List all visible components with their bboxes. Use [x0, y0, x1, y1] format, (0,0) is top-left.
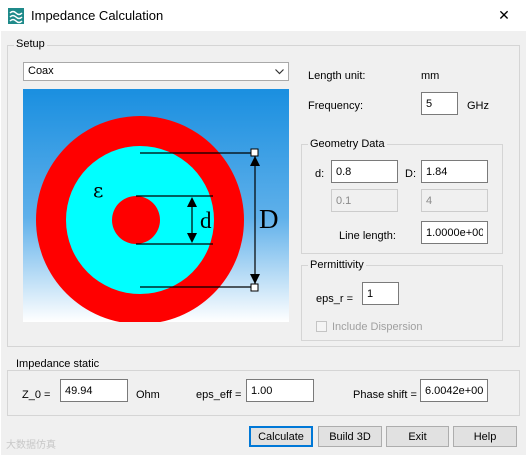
- watermark: 大数据仿真: [6, 440, 56, 451]
- length-unit-label: Length unit:: [308, 70, 366, 82]
- epsilon-label: ε: [93, 178, 103, 202]
- z0-label: Z_0 =: [22, 389, 51, 401]
- chevron-down-icon: [271, 63, 288, 80]
- permittivity-group-label: Permittivity: [308, 259, 366, 271]
- build-3d-button-label: Build 3D: [329, 430, 371, 443]
- length-unit-value: mm: [421, 70, 440, 82]
- include-dispersion-label: Include Dispersion: [332, 321, 423, 333]
- exit-button-label: Exit: [408, 430, 427, 443]
- z0-output[interactable]: [60, 379, 128, 402]
- eps-eff-output[interactable]: [246, 379, 314, 402]
- close-button[interactable]: ✕: [481, 0, 527, 31]
- geometry-group-label: Geometry Data: [308, 138, 387, 150]
- impedance-group-label: Impedance static: [14, 358, 102, 370]
- calculate-button[interactable]: Calculate: [249, 426, 313, 447]
- D-field-label: D:: [405, 168, 416, 180]
- d-label: d: [200, 208, 212, 233]
- line-length-input[interactable]: [421, 221, 488, 244]
- phase-shift-output[interactable]: [420, 379, 488, 402]
- eps-r-input[interactable]: [362, 282, 399, 305]
- exit-button[interactable]: Exit: [386, 426, 449, 447]
- include-dispersion-checkbox: [316, 321, 327, 332]
- window-title: Impedance Calculation: [31, 8, 164, 23]
- phase-shift-label: Phase shift =: [353, 389, 417, 401]
- line-type-select[interactable]: Coax: [23, 62, 289, 81]
- line-type-value: Coax: [28, 65, 54, 77]
- setup-group-label: Setup: [14, 38, 47, 50]
- help-button[interactable]: Help: [453, 426, 517, 447]
- title-bar: Impedance Calculation ✕: [0, 0, 527, 31]
- build-3d-button[interactable]: Build 3D: [318, 426, 382, 447]
- d-disabled-input: [331, 189, 398, 212]
- close-icon: ✕: [498, 7, 510, 23]
- d-input[interactable]: [331, 160, 398, 183]
- d-field-label: d:: [315, 168, 325, 180]
- frequency-unit: GHz: [467, 100, 489, 112]
- eps-eff-label: eps_eff =: [196, 389, 242, 401]
- coax-cross-section-diagram: ε d D: [23, 89, 289, 322]
- z0-unit: Ohm: [136, 389, 160, 401]
- eps-r-label: eps_r =: [316, 293, 353, 305]
- frequency-label: Frequency:: [308, 100, 364, 112]
- D-disabled-input: [421, 189, 488, 212]
- inner-conductor: [112, 196, 160, 244]
- app-icon: [8, 8, 24, 24]
- D-input[interactable]: [421, 160, 488, 183]
- line-length-label: Line length:: [339, 230, 396, 242]
- frequency-input[interactable]: [421, 92, 458, 115]
- D-label: D: [259, 204, 279, 234]
- help-button-label: Help: [473, 430, 497, 443]
- calculate-button-label: Calculate: [258, 430, 304, 443]
